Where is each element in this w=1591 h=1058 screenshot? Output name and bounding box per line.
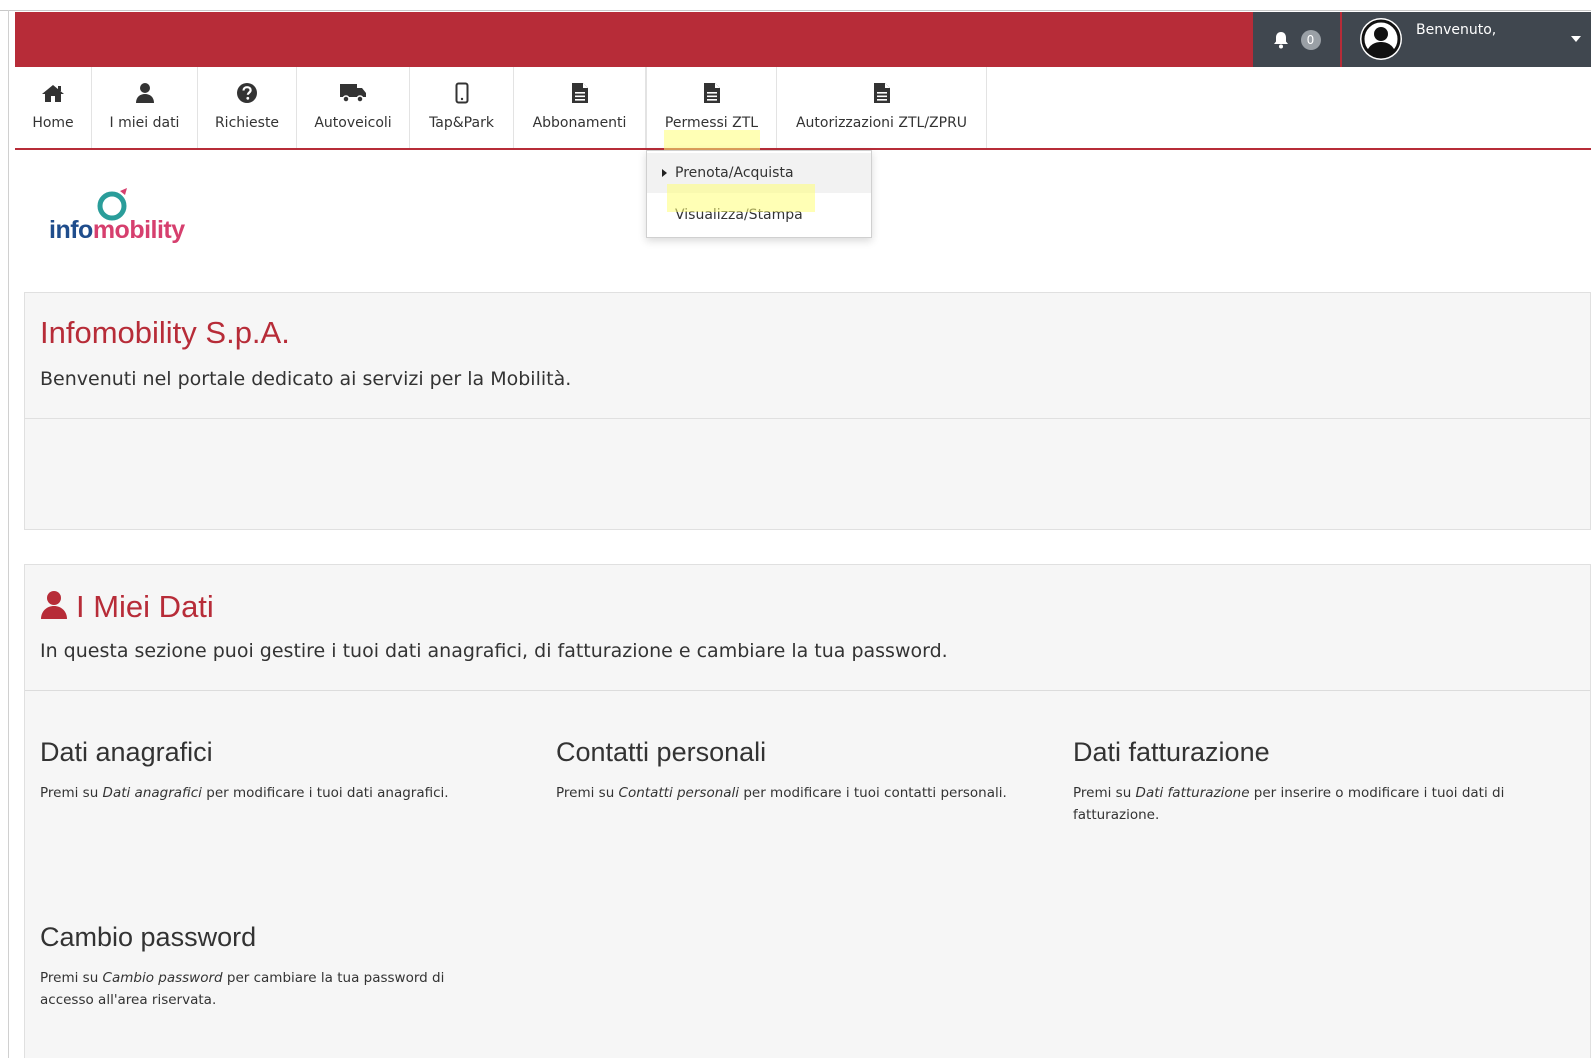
intro-subtitle: Benvenuti nel portale dedicato ai serviz… <box>40 368 572 390</box>
home-icon <box>41 81 65 105</box>
personal-contacts-link[interactable]: Contatti personali <box>619 785 740 801</box>
chevron-down-icon <box>1571 36 1581 42</box>
welcome-text: Benvenuto, <box>1416 22 1497 38</box>
card-title: Dati fatturazione <box>1073 737 1270 767</box>
card-title: Cambio password <box>40 922 257 952</box>
billing-data-link[interactable]: Dati fatturazione <box>1136 785 1250 801</box>
nav-item-my-data[interactable]: I miei dati <box>92 67 198 148</box>
nav-item-label: Tap&Park <box>429 115 494 131</box>
bell-icon <box>1273 31 1289 49</box>
question-icon <box>236 81 258 105</box>
intro-panel: Infomobility S.p.A. Benvenuti nel portal… <box>24 292 1591 530</box>
card-personal-data: Dati anagrafici Premi su Dati anagrafici… <box>40 737 540 804</box>
nav-item-vehicles[interactable]: Autoveicoli <box>297 67 410 148</box>
personal-data-link[interactable]: Dati anagrafici <box>103 785 202 801</box>
my-data-title-row: I Miei Dati <box>40 589 214 625</box>
nav-item-home[interactable]: Home <box>15 67 92 148</box>
divider <box>25 418 1590 419</box>
nav-item-label: Richieste <box>214 115 280 131</box>
user-icon <box>40 590 68 624</box>
mobile-icon <box>455 81 469 105</box>
notifications-button[interactable]: 0 <box>1253 12 1342 67</box>
user-area: 0 Benvenuto, <box>1253 12 1591 67</box>
section-subtitle: In questa sezione puoi gestire i tuoi da… <box>40 640 948 662</box>
card-billing-data: Dati fatturazione Premi su Dati fatturaz… <box>1073 737 1553 826</box>
logo-text: infomobility <box>49 216 185 244</box>
card-description: Premi su Cambio password per cambiare la… <box>40 970 445 1008</box>
nav-item-label: Permessi ZTL <box>664 115 759 131</box>
document-icon <box>571 81 589 105</box>
change-password-link[interactable]: Cambio password <box>103 970 223 986</box>
card-description: Premi su Dati fatturazione per inserire … <box>1073 785 1505 823</box>
nav-item-label: Autoveicoli <box>314 115 392 131</box>
nav-item-tap-park[interactable]: Tap&Park <box>410 67 514 148</box>
main-nav: Home I miei dati Richieste Autoveicoli T… <box>15 67 1591 150</box>
card-personal-contacts: Contatti personali Premi su Contatti per… <box>556 737 1056 804</box>
card-description: Premi su Dati anagrafici per modificare … <box>40 785 449 801</box>
avatar-icon <box>1360 18 1402 60</box>
frame-top-border <box>0 10 1591 11</box>
nav-item-requests[interactable]: Richieste <box>198 67 297 148</box>
section-title: I Miei Dati <box>76 589 214 624</box>
browser-frame: 0 Benvenuto, Home I miei dati Richieste … <box>0 0 1591 1058</box>
top-bar: 0 Benvenuto, <box>15 12 1591 67</box>
card-description: Premi su Contatti personali per modifica… <box>556 785 1007 801</box>
my-data-panel: I Miei Dati In questa sezione puoi gesti… <box>24 564 1591 1058</box>
document-icon <box>703 81 721 105</box>
truck-icon <box>339 81 367 105</box>
notification-count-badge: 0 <box>1300 29 1321 50</box>
user-icon <box>135 81 155 105</box>
caret-right-icon <box>662 169 667 177</box>
divider <box>25 690 1590 691</box>
nav-item-ztl-authorizations[interactable]: Autorizzazioni ZTL/ZPRU <box>777 67 987 148</box>
nav-item-label: Autorizzazioni ZTL/ZPRU <box>795 115 968 131</box>
nav-item-subscriptions[interactable]: Abbonamenti <box>514 67 646 148</box>
nav-item-label: Home <box>32 115 74 131</box>
nav-item-label: I miei dati <box>109 115 180 131</box>
card-title: Contatti personali <box>556 737 767 767</box>
card-title: Dati anagrafici <box>40 737 213 767</box>
nav-item-label: Abbonamenti <box>532 115 627 131</box>
page-title: Infomobility S.p.A. <box>40 315 290 350</box>
card-change-password: Cambio password Premi su Cambio password… <box>40 922 490 1011</box>
user-menu-toggle[interactable]: Benvenuto, <box>1342 12 1591 67</box>
highlight-mark <box>667 184 815 212</box>
infomobility-logo[interactable]: infomobility <box>48 186 188 252</box>
document-icon <box>873 81 891 105</box>
dropdown-item-label: Prenota/Acquista <box>675 165 794 181</box>
frame-left-border <box>8 10 9 1058</box>
